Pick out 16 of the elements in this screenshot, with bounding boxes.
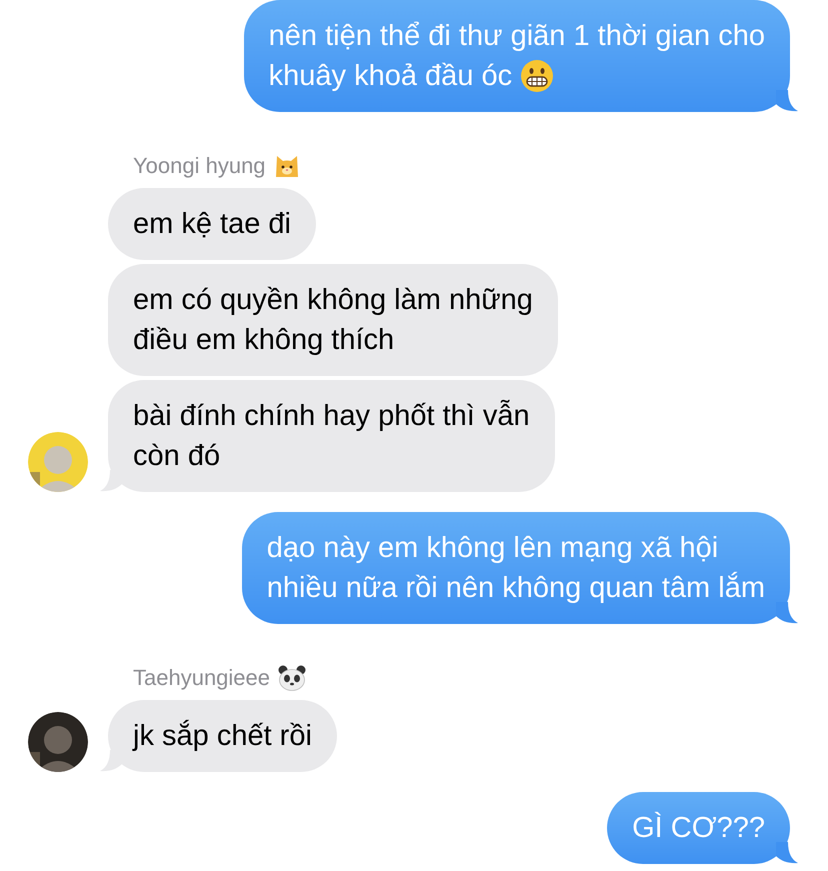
message-text: khuây khoả đầu óc xyxy=(268,59,512,94)
message-text: nên tiện thể đi thư giãn 1 thời gian cho xyxy=(268,19,765,54)
message-text: em kệ tae đi xyxy=(133,207,291,242)
message-text: điều em không thích xyxy=(133,323,394,358)
message-text: bài đính chính hay phốt thì vẫn xyxy=(133,398,530,434)
cat-emoji-icon xyxy=(274,153,300,179)
grimacing-emoji-icon xyxy=(520,59,554,93)
panda-emoji-icon xyxy=(278,665,306,691)
message-text: dạo này em không lên mạng xã hội xyxy=(266,531,718,566)
message-text: GÌ CƠ??? xyxy=(632,810,765,846)
sender-name: Yoongi hyung xyxy=(133,152,266,180)
message-text: còn đó xyxy=(133,439,220,474)
sender-name: Taehyungieee xyxy=(133,664,270,692)
message-text: em có quyền không làm những xyxy=(133,283,533,318)
message-text: nhiều nữa rồi nên không quan tâm lắm xyxy=(266,570,765,606)
message-text: jk sắp chết rồi xyxy=(133,718,312,754)
